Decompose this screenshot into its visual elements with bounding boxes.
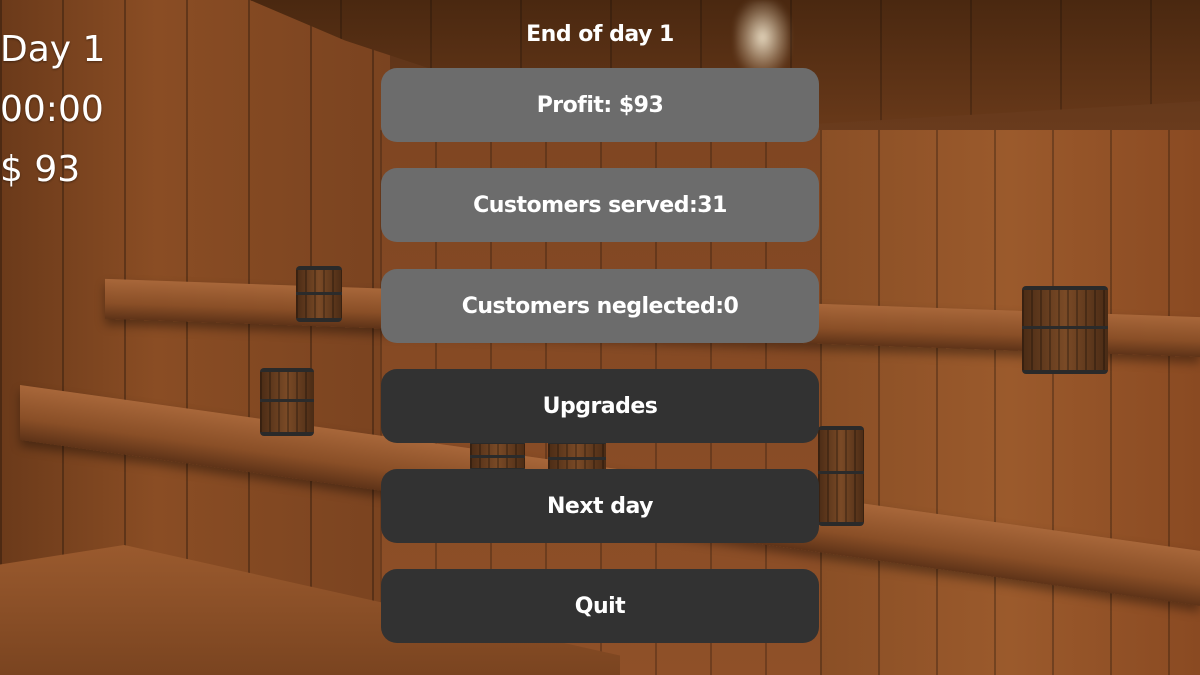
mug-upper-left	[296, 266, 342, 322]
customers-neglected-stat: Customers neglected:0	[381, 269, 819, 343]
day-counter: Day 1	[0, 29, 106, 70]
customers-served-stat: Customers served:31	[381, 168, 819, 242]
mug-under-panel-1	[470, 440, 525, 472]
end-of-day-title: End of day 1	[526, 22, 674, 47]
profit-stat: Profit: $93	[381, 68, 819, 142]
clock-display: 00:00	[0, 89, 104, 130]
mug-upper-right	[1022, 286, 1108, 374]
mug-lower-right	[818, 426, 864, 526]
mug-lower-left	[260, 368, 314, 436]
money-display: $ 93	[0, 149, 81, 190]
quit-button[interactable]: Quit	[381, 569, 819, 643]
upgrades-button[interactable]: Upgrades	[381, 369, 819, 443]
next-day-button[interactable]: Next day	[381, 469, 819, 543]
